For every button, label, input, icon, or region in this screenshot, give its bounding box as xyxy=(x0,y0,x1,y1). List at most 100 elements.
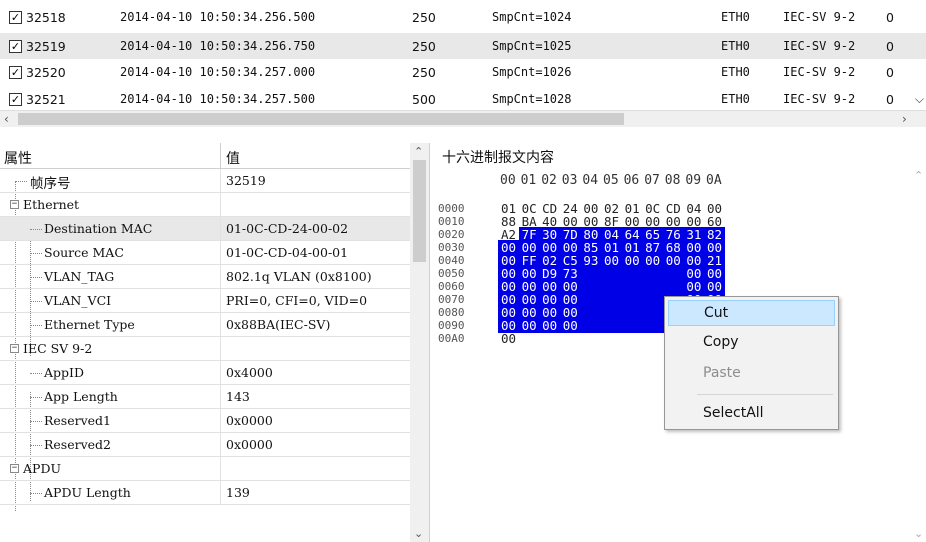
hex-column-header: 0A xyxy=(706,173,722,188)
property-value: PRI=0, CFI=0, VID=0 xyxy=(226,293,368,308)
property-row-ethernet[interactable]: − Ethernet xyxy=(0,193,410,217)
property-value: 01-0C-CD-24-00-02 xyxy=(226,221,349,236)
packet-checkbox[interactable]: ✓ xyxy=(9,10,22,24)
packet-time: 2014-04-10 10:50:34.256.500 xyxy=(120,10,316,24)
property-row-iec-sv[interactable]: − IEC SV 9-2 xyxy=(0,337,410,361)
hex-byte[interactable] xyxy=(601,318,622,333)
menu-item-copy[interactable]: Copy xyxy=(668,330,835,356)
scroll-up-arrow-icon[interactable]: ⌃ xyxy=(414,145,423,158)
property-name: AppID xyxy=(44,365,84,380)
packet-checkbox[interactable]: ✓ xyxy=(9,92,22,106)
context-menu: Cut Copy Paste SelectAll xyxy=(664,296,839,430)
hex-column-header: 01 xyxy=(520,173,537,188)
property-value: 32519 xyxy=(226,173,266,188)
collapse-icon[interactable]: − xyxy=(10,344,19,353)
menu-item-label: Copy xyxy=(703,334,739,350)
packet-id: 32520 xyxy=(26,64,66,80)
packet-length: 250 xyxy=(412,9,436,25)
hex-byte[interactable]: 00 xyxy=(518,318,540,333)
packet-port: ETH0 xyxy=(721,92,750,106)
property-row-apdu-length[interactable]: APDU Length 139 xyxy=(0,481,410,505)
hex-byte[interactable]: 00 xyxy=(539,318,561,333)
property-name: 帧序号 xyxy=(30,176,71,192)
packet-port: ETH0 xyxy=(721,39,750,53)
property-value: 143 xyxy=(226,389,250,404)
property-row-reserved1[interactable]: Reserved1 0x0000 xyxy=(0,409,410,433)
scroll-right-arrow-icon[interactable]: › xyxy=(902,112,907,126)
packet-list: ✓ 32518 2014-04-10 10:50:34.256.500 250 … xyxy=(0,0,926,110)
packet-extra: 0 xyxy=(886,64,894,80)
hex-vertical-scrollbar[interactable]: ⌃ ⌄ xyxy=(912,169,926,542)
property-name: APDU Length xyxy=(44,485,131,500)
property-value: 139 xyxy=(226,485,250,500)
property-row-reserved2[interactable]: Reserved2 0x0000 xyxy=(0,433,410,457)
property-row-destination-mac[interactable]: Destination MAC 01-0C-CD-24-00-02 xyxy=(0,217,410,241)
packet-extra: 0 xyxy=(886,38,894,54)
hex-row-offset: 00A0 xyxy=(438,332,465,345)
packet-length: 250 xyxy=(412,64,436,80)
property-row-frame-no[interactable]: 帧序号 32519 xyxy=(0,169,410,193)
value-column-header[interactable]: 值 xyxy=(226,148,240,168)
hex-byte[interactable] xyxy=(621,318,643,333)
packet-row[interactable]: ✓ 32519 2014-04-10 10:50:34.256.750 250 … xyxy=(0,33,926,59)
property-name: VLAN_TAG xyxy=(44,269,115,284)
packet-row[interactable]: ✓ 32521 2014-04-10 10:50:34.257.500 500 … xyxy=(0,86,926,112)
hex-byte[interactable] xyxy=(580,318,602,333)
property-row-ethernet-type[interactable]: Ethernet Type 0x88BA(IEC-SV) xyxy=(0,313,410,337)
hex-row-offset: 0060 xyxy=(438,280,465,293)
hex-column-header: 03 xyxy=(561,173,578,188)
property-column-header[interactable]: 属性 xyxy=(4,148,32,168)
hex-byte[interactable]: 00 xyxy=(498,331,519,346)
property-row-app-length[interactable]: App Length 143 xyxy=(0,385,410,409)
menu-item-label: SelectAll xyxy=(703,405,764,421)
property-row-vlan-tag[interactable]: VLAN_TAG 802.1q VLAN (0x8100) xyxy=(0,265,410,289)
property-value: 0x0000 xyxy=(226,437,273,452)
scroll-down-arrow-icon[interactable]: ⌄ xyxy=(914,527,923,540)
hex-row-offset: 0090 xyxy=(438,319,465,332)
horizontal-scrollbar[interactable]: ‹ › xyxy=(0,110,926,127)
property-row-source-mac[interactable]: Source MAC 01-0C-CD-04-00-01 xyxy=(0,241,410,265)
scrollbar-thumb[interactable] xyxy=(413,160,426,262)
packet-checkbox[interactable]: ✓ xyxy=(9,39,22,53)
scroll-down-arrow-icon[interactable]: ⌵ xyxy=(915,92,924,107)
property-row-appid[interactable]: AppID 0x4000 xyxy=(0,361,410,385)
menu-item-cut[interactable]: Cut xyxy=(668,300,835,326)
packet-row[interactable]: ✓ 32520 2014-04-10 10:50:34.257.000 250 … xyxy=(0,59,926,85)
packet-extra: 0 xyxy=(886,91,894,107)
hex-byte[interactable] xyxy=(642,318,664,333)
packet-row[interactable]: ✓ 32518 2014-04-10 10:50:34.256.500 250 … xyxy=(0,4,926,30)
hex-column-header: 00 xyxy=(500,173,516,188)
hex-row-offset: 0030 xyxy=(438,241,465,254)
property-row-apdu[interactable]: − APDU xyxy=(0,457,410,481)
hex-column-header: 05 xyxy=(603,173,619,188)
property-row-vlan-vci[interactable]: VLAN_VCI PRI=0, CFI=0, VID=0 xyxy=(0,289,410,313)
scroll-up-arrow-icon[interactable]: ⌃ xyxy=(914,169,923,182)
scroll-left-arrow-icon[interactable]: ‹ xyxy=(4,112,9,126)
packet-port: ETH0 xyxy=(721,10,750,24)
menu-item-select-all[interactable]: SelectAll xyxy=(668,401,835,427)
collapse-icon[interactable]: − xyxy=(10,200,19,209)
menu-item-label: Cut xyxy=(704,305,729,321)
hex-row-offset: 0040 xyxy=(438,254,465,267)
hex-byte[interactable]: 00 xyxy=(559,318,581,333)
packet-checkbox[interactable]: ✓ xyxy=(9,65,22,79)
property-value: 0x4000 xyxy=(226,365,273,380)
hex-column-header: 07 xyxy=(644,173,660,188)
packet-info: SmpCnt=1026 xyxy=(492,65,572,79)
packet-time: 2014-04-10 10:50:34.256.750 xyxy=(120,39,316,53)
property-vertical-scrollbar[interactable]: ⌃ ⌄ xyxy=(410,143,429,542)
scrollbar-thumb[interactable] xyxy=(18,113,624,125)
collapse-icon[interactable]: − xyxy=(10,464,19,473)
packet-id: 32518 xyxy=(26,9,66,25)
hex-column-header: 02 xyxy=(541,173,557,188)
scroll-down-arrow-icon[interactable]: ⌄ xyxy=(414,527,423,540)
property-name: App Length xyxy=(44,389,118,404)
property-name: Destination MAC xyxy=(44,221,153,236)
property-value: 0x88BA(IEC-SV) xyxy=(226,317,331,332)
packet-protocol: IEC-SV 9-2 xyxy=(783,39,856,53)
menu-item-paste[interactable]: Paste xyxy=(668,361,835,387)
property-name: APDU xyxy=(23,461,61,476)
hex-row-offset: 0070 xyxy=(438,293,465,306)
packet-protocol: IEC-SV 9-2 xyxy=(783,10,856,24)
hex-row-offset: 0080 xyxy=(438,306,465,319)
